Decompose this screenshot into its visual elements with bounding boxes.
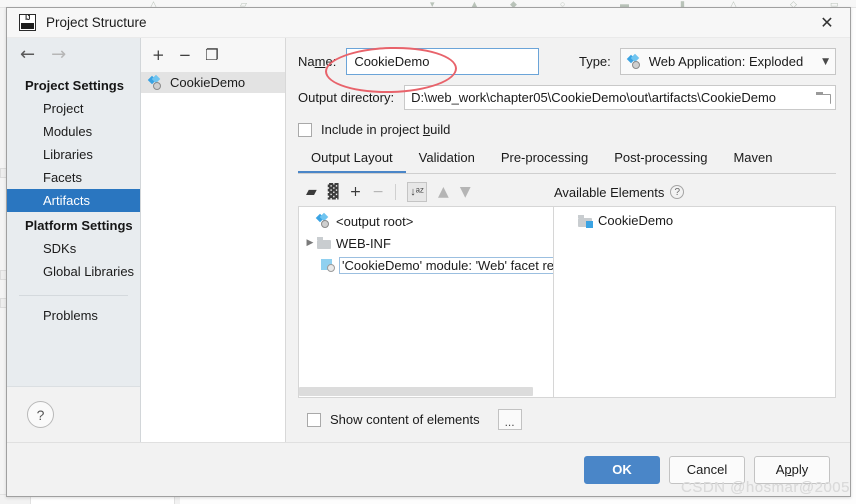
tree-row-label: <output root>	[336, 213, 414, 229]
tree-row-label: WEB-INF	[336, 235, 391, 251]
sidebar-item-facets[interactable]: Facets	[7, 166, 140, 189]
output-layout-toolbar: ▰ ▓ + − ↓ᵃᶻ ▲ ▼ Available Elements ?	[298, 178, 836, 206]
tab-maven[interactable]: Maven	[720, 145, 785, 173]
artifact-details-panel: Name: Type: Web Application: Exploded ▼ …	[286, 38, 850, 442]
include-in-build-row: Include in project build	[298, 122, 836, 137]
artifacts-list-panel: + − ❐ CookieDemo	[141, 38, 286, 442]
project-structure-dialog: IJ Project Structure ✕ ← → Project Setti…	[6, 7, 851, 497]
add-archive-icon[interactable]: ▓	[328, 185, 339, 199]
available-element-label: CookieDemo	[598, 213, 674, 228]
sidebar-divider	[19, 295, 128, 296]
tree-row-web-inf[interactable]: ▶ WEB-INF	[299, 232, 553, 254]
available-element-cookiedemo[interactable]: CookieDemo	[554, 210, 835, 231]
sidebar-item-libraries[interactable]: Libraries	[7, 143, 140, 166]
ellipsis-icon[interactable]: ...	[497, 409, 522, 430]
available-elements-pane: CookieDemo	[554, 206, 836, 398]
type-label: Type:	[578, 54, 611, 69]
artifact-icon	[147, 74, 163, 90]
tree-horizontal-scrollbar[interactable]	[299, 386, 553, 397]
name-label: Name:	[298, 54, 337, 69]
sidebar-item-problems[interactable]: Problems	[7, 304, 140, 327]
sidebar-item-project[interactable]: Project	[7, 97, 140, 120]
output-directory-label: Output directory:	[298, 90, 395, 105]
dialog-body: ← → Project Settings Project Modules Lib…	[7, 38, 850, 442]
intellij-idea-logo-icon: IJ	[19, 14, 36, 31]
sort-alphabetically-icon[interactable]: ↓ᵃᶻ	[407, 182, 428, 202]
sidebar-item-modules[interactable]: Modules	[7, 120, 140, 143]
toolbar-divider	[395, 184, 397, 200]
output-directory-row: Output directory:	[298, 85, 836, 110]
artifact-type-value: Web Application: Exploded	[648, 54, 804, 69]
minus-icon[interactable]: −	[179, 47, 192, 63]
show-content-checkbox[interactable]	[307, 412, 321, 427]
arrow-right-icon[interactable]: →	[51, 46, 66, 64]
ok-button[interactable]: OK	[584, 455, 660, 484]
sidebar-item-global-libraries[interactable]: Global Libraries	[7, 260, 140, 283]
name-type-row: Name: Type: Web Application: Exploded ▼	[298, 48, 836, 75]
tab-output-layout[interactable]: Output Layout	[298, 145, 406, 173]
include-in-build-label: Include in project build	[321, 122, 451, 137]
folder-icon	[317, 237, 331, 249]
scrollbar-thumb[interactable]	[299, 387, 533, 396]
close-icon[interactable]: ✕	[804, 8, 850, 37]
output-layout-content: ▰ ▓ + − ↓ᵃᶻ ▲ ▼ Available Elements ? <ou…	[298, 178, 836, 442]
sidebar-nav-arrows: ← →	[7, 38, 140, 72]
move-down-icon[interactable]: ▼	[460, 185, 471, 199]
include-in-build-checkbox[interactable]	[298, 122, 312, 137]
name-input[interactable]	[346, 48, 539, 75]
sidebar-item-artifacts[interactable]: Artifacts	[7, 189, 140, 212]
artifact-type-dropdown[interactable]: Web Application: Exploded ▼	[619, 48, 836, 75]
help-row: ?	[7, 386, 140, 442]
dialog-title-bar: IJ Project Structure ✕	[7, 8, 850, 38]
move-up-icon[interactable]: ▲	[438, 185, 449, 199]
show-content-row: Show content of elements ...	[298, 398, 836, 442]
arrow-left-icon[interactable]: ←	[20, 46, 35, 64]
apply-button[interactable]: Ap ply	[754, 455, 830, 484]
artifact-list-item-label: CookieDemo	[170, 75, 246, 90]
output-root-tree: <output root> ▶ WEB-INF 'CookieDemo' mod…	[298, 206, 554, 398]
add-directory-icon[interactable]: ▰	[306, 185, 317, 199]
tree-row-facet-resources[interactable]: 'CookieDemo' module: 'Web' facet resourc…	[299, 254, 553, 276]
help-question-icon[interactable]: ?	[27, 401, 54, 428]
plus-dropdown-icon[interactable]: +	[350, 185, 362, 199]
dialog-title: Project Structure	[46, 15, 147, 30]
artifacts-toolbar: + − ❐	[141, 38, 285, 72]
sidebar-group-project-settings: Project Settings	[25, 78, 124, 93]
chevron-down-icon: ▼	[822, 56, 829, 67]
tab-pre-processing[interactable]: Pre-processing	[488, 145, 601, 173]
output-directory-wrapper	[394, 85, 836, 110]
artifact-list-item-cookiedemo[interactable]: CookieDemo	[141, 72, 285, 93]
cancel-button[interactable]: Cancel	[669, 455, 745, 484]
sidebar-item-sdks[interactable]: SDKs	[7, 237, 140, 260]
available-elements-header: Available Elements ?	[554, 185, 836, 200]
copy-icon[interactable]: ❐	[205, 47, 218, 63]
module-folder-icon	[578, 214, 593, 228]
facet-resources-icon	[321, 258, 335, 272]
tree-row-label: 'CookieDemo' module: 'Web' facet resourc…	[339, 256, 553, 274]
artifact-icon	[626, 53, 642, 69]
settings-sidebar: ← → Project Settings Project Modules Lib…	[7, 38, 141, 442]
chevron-right-icon[interactable]: ▶	[303, 238, 317, 248]
layout-panes: <output root> ▶ WEB-INF 'CookieDemo' mod…	[298, 206, 836, 398]
tab-post-processing[interactable]: Post-processing	[601, 145, 720, 173]
available-elements-title: Available Elements	[554, 184, 665, 200]
help-question-icon[interactable]: ?	[670, 185, 685, 199]
artifact-tabs: Output Layout Validation Pre-processing …	[298, 145, 836, 174]
tree-row-output-root[interactable]: <output root>	[299, 210, 553, 232]
output-directory-input[interactable]	[404, 85, 836, 110]
minus-icon[interactable]: −	[372, 185, 384, 199]
sidebar-group-platform-settings: Platform Settings	[25, 218, 133, 233]
show-content-label: Show content of elements	[330, 412, 480, 427]
folder-icon[interactable]	[816, 91, 831, 104]
output-tree-body: <output root> ▶ WEB-INF 'CookieDemo' mod…	[299, 207, 553, 386]
tab-validation[interactable]: Validation	[406, 145, 488, 173]
artifact-icon	[315, 212, 331, 228]
dialog-footer: OK Cancel Ap ply	[7, 442, 850, 496]
artifacts-list: CookieDemo	[141, 72, 285, 442]
plus-icon[interactable]: +	[152, 47, 165, 63]
